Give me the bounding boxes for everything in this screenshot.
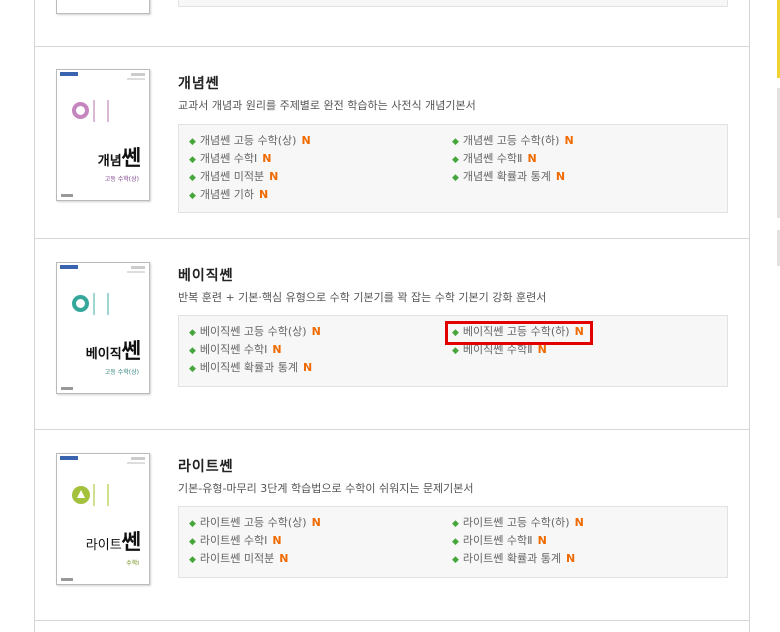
new-badge: N	[262, 152, 272, 165]
cover-subtitle: 고등 수학(상)	[104, 369, 139, 376]
previous-book-cover[interactable]	[56, 0, 150, 14]
bullet-icon: ◆	[452, 173, 459, 183]
book-link[interactable]: ◆ 라이트쎈 수학Ⅰ N	[189, 534, 282, 549]
book-cover-gaenyeom-ssen[interactable]: 개념쎈 고등 수학(상)	[56, 69, 150, 201]
new-badge: N	[537, 534, 547, 547]
book-link[interactable]: ◆ 베이직쎈 수학Ⅰ N	[189, 343, 282, 358]
new-badge: N	[311, 325, 321, 338]
section-description: 기본-유형-마무리 3단계 학습법으로 수학이 쉬워지는 문제기본서	[178, 482, 474, 495]
previous-book-list-box	[178, 0, 728, 7]
book-link-highlighted[interactable]: ◆ 베이직쎈 고등 수학(하) N	[452, 325, 584, 340]
new-badge: N	[272, 343, 282, 356]
publisher-mark	[61, 578, 73, 581]
new-badge: N	[269, 170, 279, 183]
cover-decoration	[127, 271, 145, 273]
new-badge: N	[574, 516, 584, 529]
publisher-logo	[60, 456, 78, 460]
publisher-logo	[60, 265, 78, 269]
bullet-icon: ◆	[189, 346, 196, 356]
cover-decoration	[131, 73, 145, 76]
bullet-icon: ◆	[189, 155, 196, 165]
book-link[interactable]: ◆ 개념쎈 기하 N	[189, 188, 268, 203]
bullet-icon: ◆	[189, 328, 196, 338]
new-badge: N	[555, 170, 566, 183]
cover-decoration	[127, 462, 145, 464]
book-link[interactable]: ◆ 개념쎈 고등 수학(하) N	[452, 134, 574, 149]
section-description: 반복 훈련 + 기본·핵심 유형으로 수학 기본기를 꽉 잡는 수학 기본기 강…	[178, 291, 547, 304]
book-link[interactable]: ◆ 개념쎈 고등 수학(상) N	[189, 134, 311, 149]
bars-icon	[93, 484, 109, 506]
book-link[interactable]: ◆ 개념쎈 미적분 N	[189, 170, 278, 185]
bullet-icon: ◆	[189, 519, 196, 529]
bullet-icon: ◆	[452, 555, 459, 565]
bullet-icon: ◆	[452, 519, 459, 529]
bullet-icon: ◆	[189, 537, 196, 547]
section-basic-ssen: 베이직쎈 고등 수학(상) 베이직쎈 반복 훈련 + 기본·핵심 유형으로 수학…	[35, 239, 749, 429]
bullet-icon: ◆	[189, 173, 196, 183]
book-link[interactable]: ◆ 베이직쎈 확률과 통계 N	[189, 361, 312, 376]
book-link[interactable]: ◆ 라이트쎈 미적분 N	[189, 552, 288, 567]
book-link[interactable]: ◆ 개념쎈 수학Ⅰ N	[189, 152, 271, 167]
book-link[interactable]: ◆ 베이직쎈 고등 수학(상) N	[189, 325, 321, 340]
new-badge: N	[574, 325, 584, 338]
triangle-circle-icon	[72, 486, 90, 504]
section-title: 라이트쎈	[178, 459, 234, 475]
new-badge: N	[259, 188, 269, 201]
bullet-icon: ◆	[452, 137, 459, 147]
bullet-icon: ◆	[452, 155, 459, 165]
book-link[interactable]: ◆ 라이트쎈 고등 수학(상) N	[189, 516, 321, 531]
new-badge: N	[301, 134, 311, 147]
book-link[interactable]: ◆ 베이직쎈 수학Ⅱ N	[452, 343, 547, 358]
book-list-box: ◆ 베이직쎈 고등 수학(상) N ◆ 베이직쎈 고등 수학(하) N ◆ 베이직쎈 수학…	[178, 315, 728, 387]
book-list-box: ◆ 라이트쎈 고등 수학(상) N ◆ 라이트쎈 고등 수학(하) N ◆ 라이트쎈 수학…	[178, 506, 728, 578]
cover-decoration	[127, 78, 145, 80]
bars-icon	[93, 293, 109, 315]
bullet-icon: ◆	[189, 555, 196, 565]
section-description: 교과서 개념과 원리를 주제별로 완전 학습하는 사전식 개념기본서	[178, 99, 476, 112]
cover-title: 베이직쎈	[85, 339, 141, 363]
bullet-icon: ◆	[452, 328, 459, 338]
new-badge: N	[527, 152, 537, 165]
section-light-ssen: 라이트쎈 수학Ⅰ 라이트쎈 기본-유형-마무리 3단계 학습법으로 수학이 쉬워…	[35, 430, 749, 620]
bullet-icon: ◆	[452, 537, 459, 547]
publisher-logo	[60, 72, 78, 76]
section-title: 베이직쎈	[178, 268, 234, 284]
cover-subtitle: 고등 수학(상)	[104, 176, 139, 183]
new-badge: N	[272, 534, 282, 547]
section-gaenyeom-ssen: 개념쎈 고등 수학(상) 개념쎈 교과서 개념과 원리를 주제별로 완전 학습하…	[35, 47, 749, 237]
new-badge: N	[311, 516, 321, 529]
publisher-mark	[61, 194, 73, 197]
publisher-mark	[61, 387, 73, 390]
new-badge: N	[537, 343, 547, 356]
new-badge: N	[279, 552, 289, 565]
section-title: 개념쎈	[178, 76, 220, 92]
book-link[interactable]: ◆ 개념쎈 확률과 통계 N	[452, 170, 565, 185]
bullet-icon: ◆	[189, 137, 196, 147]
bullet-icon: ◆	[189, 191, 196, 201]
book-link[interactable]: ◆ 개념쎈 수학Ⅱ N	[452, 152, 537, 167]
section-divider	[35, 620, 749, 621]
cover-decoration	[131, 266, 145, 269]
cover-title: 개념쎈	[97, 146, 141, 170]
book-link[interactable]: ◆ 라이트쎈 고등 수학(하) N	[452, 516, 584, 531]
product-list-panel: 개념쎈 고등 수학(상) 개념쎈 교과서 개념과 원리를 주제별로 완전 학습하…	[34, 0, 750, 632]
circle-icon	[72, 102, 89, 119]
new-badge: N	[303, 361, 313, 374]
new-badge: N	[566, 552, 576, 565]
new-badge: N	[564, 134, 574, 147]
bars-icon	[93, 100, 109, 122]
book-cover-light-ssen[interactable]: 라이트쎈 수학Ⅰ	[56, 453, 150, 585]
cover-subtitle: 수학Ⅰ	[126, 560, 139, 567]
cover-title: 라이트쎈	[85, 530, 141, 554]
book-cover-basic-ssen[interactable]: 베이직쎈 고등 수학(상)	[56, 262, 150, 394]
circle-icon	[72, 295, 89, 312]
book-link[interactable]: ◆ 라이트쎈 수학Ⅱ N	[452, 534, 547, 549]
book-list-box: ◆ 개념쎈 고등 수학(상) N ◆ 개념쎈 고등 수학(하) N ◆ 개념쎈 수학Ⅰ N …	[178, 124, 728, 213]
bullet-icon: ◆	[189, 364, 196, 374]
bullet-icon: ◆	[452, 346, 459, 356]
cover-decoration	[131, 457, 145, 460]
book-link[interactable]: ◆ 라이트쎈 확률과 통계 N	[452, 552, 575, 567]
